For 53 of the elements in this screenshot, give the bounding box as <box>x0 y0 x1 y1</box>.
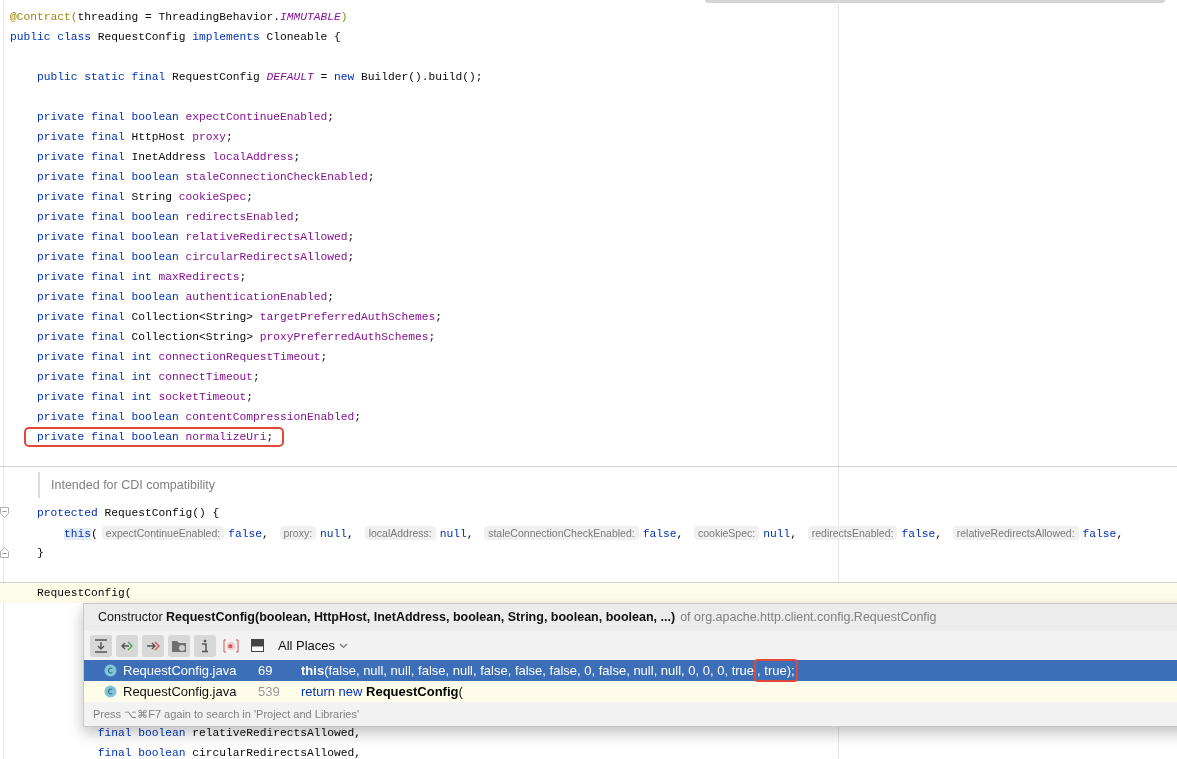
method-icon <box>223 638 239 653</box>
code-line: private final boolean authenticationEnabled; <box>36 291 335 303</box>
popup-title: Constructor RequestConfig(boolean, HttpHost, InetAddress, boolean, String, boolean, boolean, ...) <box>98 609 676 627</box>
code-line: private final Collection<String> targetPreferredAuthSchemes; <box>36 311 443 323</box>
code-line: private final int maxRedirects; <box>36 271 247 283</box>
scope-dropdown[interactable]: All Places <box>278 635 349 656</box>
code-line: } <box>36 547 44 559</box>
usage-row[interactable]: RequestConfig.java 539 return new RequestConfig( <box>84 681 1177 702</box>
panel-icon <box>250 639 264 652</box>
toolbar-button[interactable] <box>116 634 138 657</box>
code-line: private final boolean expectContinueEnabled; <box>36 111 335 123</box>
fold-icon[interactable] <box>0 547 9 558</box>
code-line: private final Collection<String> proxyPreferredAuthSchemes; <box>36 331 436 343</box>
code-line: private final InetAddress localAddress; <box>36 151 301 163</box>
code-line: @Contract(threading = ThreadingBehavior.IMMUTABLE) <box>10 11 348 23</box>
folder-icon <box>171 638 187 653</box>
hint-text: Press ⌥⌘F7 again to search in 'Project and Libraries' <box>93 706 360 722</box>
code-line: this( expectContinueEnabled: false, proxy: null, localAddress: null, staleConnectionCheckEnabled: false, cookieSpec: null, redirectsEnabled: false, relativeRedirectsAllowed: false, <box>63 527 1124 540</box>
class-icon <box>104 664 117 677</box>
toolbar-button[interactable] <box>168 634 190 657</box>
code-line: private final HttpHost proxy; <box>36 131 233 143</box>
code-line: private final boolean redirectsEnabled; <box>36 211 301 223</box>
line-number: 69 <box>258 661 274 680</box>
code-line: private final boolean contentCompressionEnabled; <box>36 411 362 423</box>
chevron-down-icon <box>339 642 349 649</box>
usage-row[interactable]: RequestConfig.java 69 this(false, null, null, false, null, false, false, false, 0, false, null, null, 0, 0, 0, true , true); <box>84 660 1177 681</box>
code-line: private final boolean circularRedirectsAllowed; <box>36 251 355 263</box>
file-name: RequestConfig.java <box>123 682 238 701</box>
code-line: private final int connectTimeout; <box>36 371 260 383</box>
code-line: private final int connectionRequestTimeout; <box>36 351 328 363</box>
toolbar-button[interactable] <box>142 634 164 657</box>
doc-comment: Intended for CDI compatibility <box>51 476 215 494</box>
file-name: RequestConfig.java <box>123 661 238 680</box>
expand-all-icon <box>94 638 108 653</box>
code-line: private final int socketTimeout; <box>36 391 254 403</box>
owner-class: of org.apache.http.client.config.RequestConfig <box>680 609 937 627</box>
toolbar-button[interactable] <box>90 634 112 657</box>
code-line: private final boolean relativeRedirectsAllowed; <box>36 231 355 243</box>
class-icon <box>104 685 117 698</box>
code-line: public static final RequestConfig DEFAULT = new Builder().build(); <box>36 71 483 83</box>
line-number: 539 <box>258 682 281 701</box>
fold-icon[interactable] <box>0 507 9 518</box>
code-line: protected RequestConfig() { <box>36 507 220 519</box>
toolbar-button[interactable] <box>194 634 216 657</box>
scrollbar-thumb[interactable] <box>705 0 1165 3</box>
usage-code: return new RequestConfig( <box>301 682 463 701</box>
code-line: private final String cookieSpec; <box>36 191 254 203</box>
info-icon <box>200 638 210 653</box>
code-line: final boolean circularRedirectsAllowed, <box>96 747 362 759</box>
code-line: final boolean relativeRedirectsAllowed, <box>96 727 362 739</box>
code-line: private final boolean staleConnectionCheckEnabled; <box>36 171 375 183</box>
code-line: public class RequestConfig implements Cloneable { <box>10 31 341 43</box>
code-line: RequestConfig( <box>36 587 132 599</box>
